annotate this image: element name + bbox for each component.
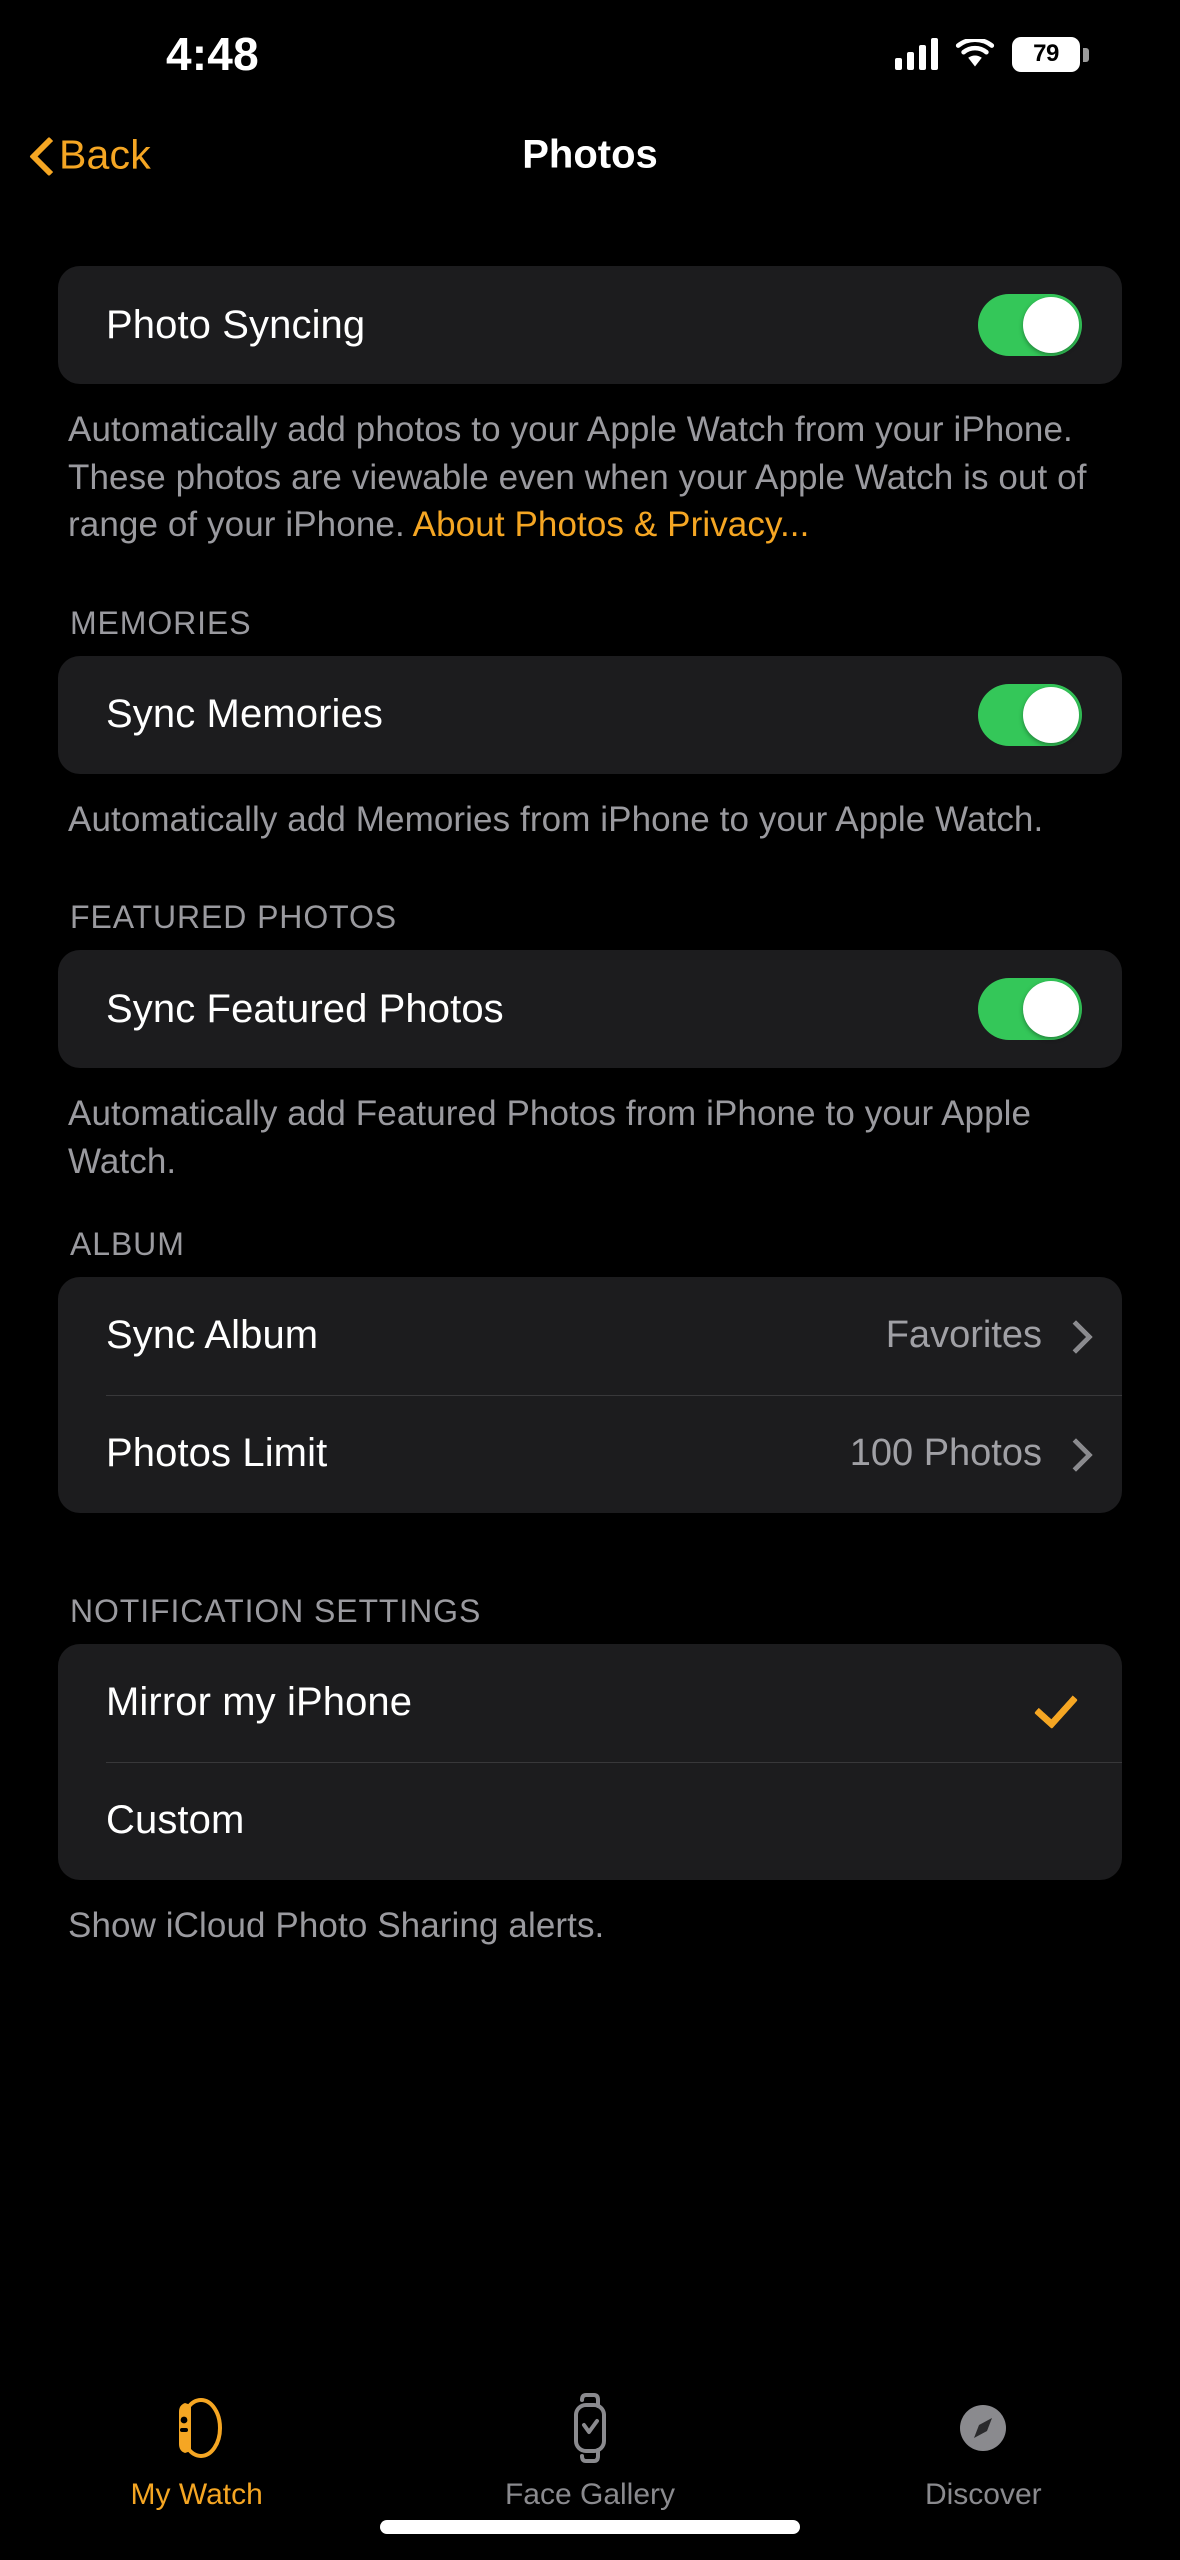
footer-memories: Automatically add Memories from iPhone t… [68, 799, 1044, 839]
featured-photos-card: Sync Featured Photos [58, 950, 1122, 1069]
toggle-photo-syncing[interactable] [978, 294, 1082, 356]
chevron-right-icon [1064, 1439, 1082, 1469]
toggle-knob [1023, 981, 1079, 1038]
toggle-knob [1023, 686, 1079, 743]
row-sync-featured-photos[interactable]: Sync Featured Photos [58, 950, 1122, 1068]
about-photos-privacy-link[interactable]: About Photos & Privacy... [413, 505, 810, 544]
toggle-knob [1023, 297, 1079, 353]
row-label-sync-featured-photos: Sync Featured Photos [106, 986, 504, 1031]
navigation-bar: Back Photos [0, 100, 1180, 210]
tab-label-my-watch: My Watch [130, 2478, 263, 2511]
battery-icon: 79 [1012, 36, 1089, 72]
section-header-featured-photos: FEATURED PHOTOS [70, 899, 398, 936]
wifi-icon [955, 37, 995, 69]
checkmark-icon [1042, 1681, 1076, 1725]
row-label-photo-syncing: Photo Syncing [106, 302, 366, 347]
home-indicator[interactable] [380, 2520, 800, 2534]
row-photo-syncing[interactable]: Photo Syncing [58, 266, 1122, 384]
tab-my-watch[interactable]: My Watch [0, 2392, 393, 2512]
memories-card: Sync Memories [58, 655, 1122, 774]
row-label-photos-limit: Photos Limit [106, 1431, 328, 1476]
tab-discover[interactable]: Discover [787, 2392, 1180, 2512]
row-label-sync-album: Sync Album [106, 1313, 319, 1358]
photo-syncing-card: Photo Syncing [58, 266, 1122, 384]
section-header-notification-settings: NOTIFICATION SETTINGS [70, 1592, 482, 1629]
watch-side-icon [167, 2392, 227, 2464]
page-title: Photos [522, 132, 658, 177]
row-label-custom: Custom [106, 1798, 245, 1843]
row-label-mirror-my-iphone: Mirror my iPhone [106, 1680, 413, 1725]
toggle-sync-featured-photos[interactable] [978, 978, 1082, 1041]
row-label-sync-memories: Sync Memories [106, 692, 383, 737]
status-bar: 4:48 79 [0, 0, 1180, 100]
section-header-memories: MEMORIES [70, 604, 252, 641]
row-mirror-my-iphone[interactable]: Mirror my iPhone [58, 1644, 1122, 1762]
compass-icon [953, 2392, 1013, 2464]
toggle-sync-memories[interactable] [978, 683, 1082, 746]
section-header-album: ALBUM [70, 1225, 185, 1262]
row-custom[interactable]: Custom [58, 1761, 1122, 1880]
row-sync-memories[interactable]: Sync Memories [58, 656, 1122, 774]
tab-face-gallery[interactable]: Face Gallery [393, 2392, 786, 2512]
row-sync-album[interactable]: Sync Album Favorites [58, 1277, 1122, 1395]
watch-app-photos-settings-screen: 4:48 79 Back Photos Photo Syncing Automa… [0, 0, 1180, 2560]
notification-settings-card: Mirror my iPhone Custom [58, 1643, 1122, 1880]
settings-content: Photo Syncing Automatically add photos t… [0, 210, 1180, 1949]
row-value-sync-album: Favorites [885, 1314, 1042, 1357]
album-card: Sync Album Favorites Photos Limit 100 Ph… [58, 1276, 1122, 1513]
status-bar-time: 4:48 [166, 28, 259, 80]
footer-featured-photos: Automatically add Featured Photos from i… [68, 1094, 1032, 1181]
status-bar-indicators: 79 [895, 36, 1089, 72]
footer-notification-settings: Show iCloud Photo Sharing alerts. [68, 1905, 605, 1945]
battery-level-label: 79 [1033, 40, 1059, 67]
footer-photo-syncing: Automatically add photos to your Apple W… [58, 406, 1122, 549]
cellular-signal-icon [895, 38, 938, 70]
chevron-right-icon [1064, 1321, 1082, 1351]
row-value-photos-limit: 100 Photos [849, 1432, 1042, 1475]
watch-face-icon [560, 2392, 620, 2464]
tab-label-face-gallery: Face Gallery [504, 2478, 676, 2511]
tab-label-discover: Discover [924, 2478, 1042, 2511]
row-photos-limit[interactable]: Photos Limit 100 Photos [58, 1394, 1122, 1513]
